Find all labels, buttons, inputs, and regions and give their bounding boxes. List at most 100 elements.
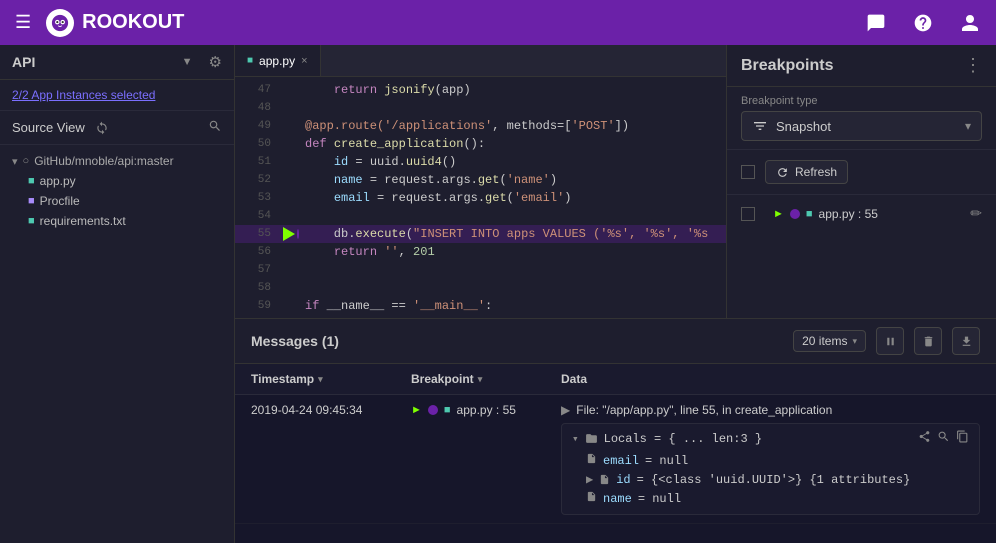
items-dropdown-arrow: ▾ bbox=[852, 336, 857, 347]
snapshot-filter-icon bbox=[752, 118, 768, 134]
file-leaf-icon2 bbox=[586, 491, 597, 506]
items-count-selector[interactable]: 20 items ▾ bbox=[793, 330, 866, 352]
tree-file-procfile[interactable]: ■ Procfile bbox=[0, 191, 234, 211]
trash-icon bbox=[922, 335, 935, 348]
bp-refresh-row: Refresh bbox=[727, 150, 996, 195]
locals-item-email: email = null bbox=[572, 451, 969, 470]
row-arrow-icon: ► bbox=[411, 404, 422, 416]
bp-type-row: Breakpoint type Snapshot ▾ bbox=[727, 87, 996, 150]
code-line-60: 60 app.run(port=int(os.environ.get('PORT… bbox=[235, 315, 726, 318]
repo-label: GitHub/mnoble/api:master bbox=[34, 154, 173, 168]
user-icon[interactable] bbox=[954, 7, 986, 39]
logo: ROOKOUT bbox=[46, 9, 184, 37]
chevron-down-icon: ▾ bbox=[965, 119, 971, 133]
local-id-value: = {<class 'uuid.UUID'>} {1 attributes} bbox=[637, 473, 911, 487]
locals-label: Locals = { ... len:3 } bbox=[604, 432, 762, 446]
locals-header: ▾ Locals = { ... len:3 } bbox=[572, 430, 969, 447]
content-area: ■ app.py × 47 return jsonify(app) bbox=[235, 45, 996, 543]
th-timestamp[interactable]: Timestamp ▾ bbox=[251, 372, 411, 386]
code-line-49: 49 @app.route('/applications', methods=[… bbox=[235, 117, 726, 135]
bp-item-edit-icon[interactable]: ✏ bbox=[970, 205, 982, 222]
file-procfile-label: Procfile bbox=[40, 194, 80, 208]
messages-controls: 20 items ▾ bbox=[793, 327, 980, 355]
bp-item-label: app.py : 55 bbox=[819, 207, 878, 221]
download-button[interactable] bbox=[952, 327, 980, 355]
menu-icon[interactable]: ☰ bbox=[10, 7, 36, 38]
help-icon[interactable] bbox=[907, 7, 939, 39]
local-email-value: = null bbox=[645, 454, 688, 468]
code-line-58: 58 bbox=[235, 279, 726, 297]
table-row: 2019-04-24 09:45:34 ► ■ app.py : 55 bbox=[235, 395, 996, 524]
th-data: Data bbox=[561, 372, 980, 386]
sidebar-source-row: Source View bbox=[0, 111, 234, 145]
search-icon[interactable] bbox=[208, 119, 222, 136]
bp-more-icon[interactable]: ⋮ bbox=[964, 55, 982, 76]
tree-file-apppy[interactable]: ■ app.py bbox=[0, 171, 234, 191]
code-editor[interactable]: 47 return jsonify(app) 48 49 bbox=[235, 77, 726, 318]
row-file-icon: ■ bbox=[444, 404, 451, 416]
file-tree: ▾ ○ GitHub/mnoble/api:master ■ app.py ■ … bbox=[0, 145, 234, 237]
table-body: 2019-04-24 09:45:34 ► ■ app.py : 55 bbox=[235, 395, 996, 524]
local-name-name: name bbox=[603, 492, 632, 506]
bp-item-file-icon: ■ bbox=[806, 208, 813, 220]
top-row: ■ app.py × 47 return jsonify(app) bbox=[235, 45, 996, 318]
td-breakpoint: ► ■ app.py : 55 bbox=[411, 403, 561, 417]
row-bp-dot bbox=[428, 405, 438, 415]
api-select[interactable]: API bbox=[12, 54, 174, 70]
instances-label[interactable]: 2/2 App Instances selected bbox=[12, 88, 155, 102]
sync-icon bbox=[95, 121, 109, 135]
code-line-59: 59 if __name__ == '__main__': bbox=[235, 297, 726, 315]
locals-item-name: name = null bbox=[572, 489, 969, 508]
sidebar-gear-icon[interactable]: ⚙ bbox=[209, 53, 222, 71]
bp-refresh-checkbox[interactable] bbox=[741, 165, 755, 179]
file-req-label: requirements.txt bbox=[40, 214, 126, 228]
messages-table: Timestamp ▾ Breakpoint ▾ Data 2019-04-24 bbox=[235, 364, 996, 543]
locals-expand-icon[interactable]: ▾ bbox=[572, 432, 579, 446]
code-tab-apppy[interactable]: ■ app.py × bbox=[235, 45, 321, 76]
code-line-50: 50 def create_application(): bbox=[235, 135, 726, 153]
local-email-name: email bbox=[603, 454, 639, 468]
code-line-55: 55 db.execute("INSERT INTO apps VALUES (… bbox=[235, 225, 726, 243]
tree-circle-icon: ○ bbox=[23, 155, 30, 167]
tree-file-requirements[interactable]: ■ requirements.txt bbox=[0, 211, 234, 231]
tree-repo[interactable]: ▾ ○ GitHub/mnoble/api:master bbox=[0, 151, 234, 171]
breakpoints-panel: Breakpoints ⋮ Breakpoint type Snapshot ▾ bbox=[726, 45, 996, 318]
code-lines: 47 return jsonify(app) 48 49 bbox=[235, 77, 726, 318]
bp-refresh-button[interactable]: Refresh bbox=[765, 160, 848, 184]
breakpoint-sort-icon: ▾ bbox=[478, 374, 483, 385]
data-path-label: File: "/app/app.py", line 55, in create_… bbox=[576, 403, 832, 417]
locals-search-icon[interactable] bbox=[937, 430, 950, 447]
delete-button[interactable] bbox=[914, 327, 942, 355]
td-timestamp: 2019-04-24 09:45:34 bbox=[251, 403, 411, 417]
req-file-icon: ■ bbox=[28, 215, 35, 227]
pause-button[interactable] bbox=[876, 327, 904, 355]
th-breakpoint[interactable]: Breakpoint ▾ bbox=[411, 372, 561, 386]
locals-share-icon[interactable] bbox=[918, 430, 931, 447]
bp-type-select[interactable]: Snapshot ▾ bbox=[741, 111, 982, 141]
code-line-52: 52 name = request.args.get('name') bbox=[235, 171, 726, 189]
pause-icon bbox=[884, 335, 897, 348]
sidebar: API ▼ ⚙ 2/2 App Instances selected Sourc… bbox=[0, 45, 235, 543]
code-line-48: 48 bbox=[235, 99, 726, 117]
tab-file-icon: ■ bbox=[247, 55, 253, 66]
chat-icon[interactable] bbox=[860, 7, 892, 39]
messages-panel: Messages (1) 20 items ▾ bbox=[235, 318, 996, 543]
data-expand-arrow[interactable]: ▶ bbox=[561, 403, 570, 417]
code-line-56: 56 return '', 201 bbox=[235, 243, 726, 261]
td-bp-label: app.py : 55 bbox=[457, 403, 516, 417]
locals-id-expand-icon[interactable]: ▶ bbox=[586, 472, 593, 487]
py-file-icon: ■ bbox=[28, 175, 35, 187]
locals-copy-icon[interactable] bbox=[956, 430, 969, 447]
tab-close-icon[interactable]: × bbox=[301, 55, 307, 67]
tree-expand-icon: ▾ bbox=[12, 155, 18, 168]
refresh-icon bbox=[776, 166, 789, 179]
td-data: ▶ File: "/app/app.py", line 55, in creat… bbox=[561, 403, 980, 515]
locals-folder-icon bbox=[585, 432, 598, 445]
file-leaf-icon bbox=[586, 453, 597, 468]
main-layout: API ▼ ⚙ 2/2 App Instances selected Sourc… bbox=[0, 45, 996, 543]
bp-item-checkbox[interactable] bbox=[741, 207, 755, 221]
items-count-label: 20 items bbox=[802, 334, 847, 348]
topbar: ☰ ROOKOUT bbox=[0, 0, 996, 45]
owl-icon bbox=[51, 14, 69, 32]
locals-actions bbox=[918, 430, 969, 447]
